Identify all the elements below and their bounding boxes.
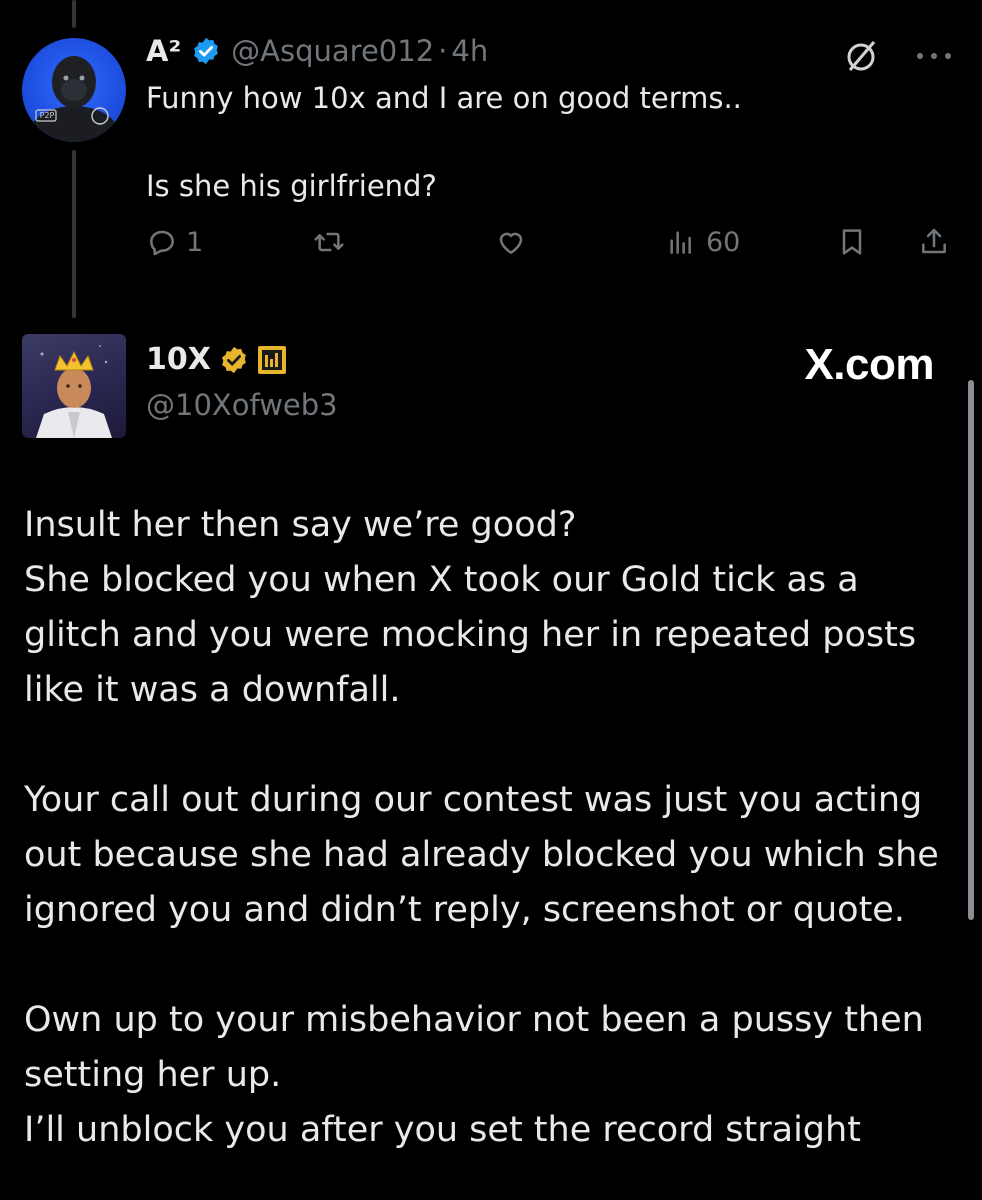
avatar[interactable]	[22, 334, 126, 438]
reply-icon	[150, 230, 174, 256]
retweet-button[interactable]	[312, 226, 346, 258]
more-icon[interactable]	[914, 50, 954, 62]
tweet2-line: Own up to your misbehavior not been a pu…	[24, 1000, 924, 1095]
avatar[interactable]: P2P	[22, 38, 126, 142]
bookmark-button[interactable]	[836, 226, 868, 258]
gorilla-avatar-icon	[28, 56, 120, 142]
tweet1-line: Funny how 10x and I are on good terms..	[146, 81, 742, 115]
bookmark-icon	[842, 229, 862, 255]
author-name[interactable]: 10X	[146, 342, 211, 377]
author-handle[interactable]: @Asquare012	[231, 34, 434, 68]
retweet-icon	[314, 232, 344, 252]
tweet1-actions: 1 60	[146, 226, 956, 270]
tweet2-line: I’ll unblock you after you set the recor…	[24, 1110, 861, 1150]
tweet1-line: Is she his girlfriend?	[146, 169, 437, 203]
scrollbar[interactable]	[968, 380, 974, 920]
reply-button[interactable]: 1	[146, 226, 203, 258]
thread-line-connector	[72, 150, 76, 318]
share-button[interactable]	[918, 226, 950, 258]
separator: ·	[438, 34, 448, 68]
tweet1-text: Funny how 10x and I are on good terms.. …	[146, 76, 926, 208]
author-handle[interactable]: @10Xofweb3	[146, 388, 338, 422]
gold-verified-badge-icon	[222, 346, 246, 373]
affiliate-badge-icon	[257, 345, 286, 374]
tweet2-line: Insult her then say we’re good?	[24, 505, 577, 545]
grok-icon[interactable]	[842, 36, 882, 76]
like-icon	[499, 232, 523, 254]
like-button[interactable]	[494, 226, 528, 258]
avatar-badge: P2P	[39, 111, 55, 120]
verified-badge-icon	[194, 37, 219, 65]
timestamp[interactable]: 4h	[451, 34, 488, 68]
share-icon	[922, 228, 946, 254]
views-button[interactable]: 60	[664, 226, 740, 258]
watermark: X.com	[804, 340, 934, 389]
tweet2-line: She blocked you when X took our Gold tic…	[24, 560, 917, 710]
tweet1-top-icons	[842, 36, 954, 76]
tweet2-text: Insult her then say we’re good? She bloc…	[24, 498, 964, 1158]
views-icon	[670, 231, 691, 254]
tweet2-line: Your call out during our contest was jus…	[24, 780, 939, 930]
thread-line-top	[72, 0, 76, 28]
author-name[interactable]: A²	[146, 34, 181, 68]
tweet1-header: A² @Asquare012 · 4h	[146, 30, 488, 72]
views-count: 60	[706, 226, 741, 258]
crowned-avatar-icon	[36, 345, 112, 438]
tweet2-header: 10X	[146, 342, 287, 377]
reply-count: 1	[186, 226, 204, 258]
